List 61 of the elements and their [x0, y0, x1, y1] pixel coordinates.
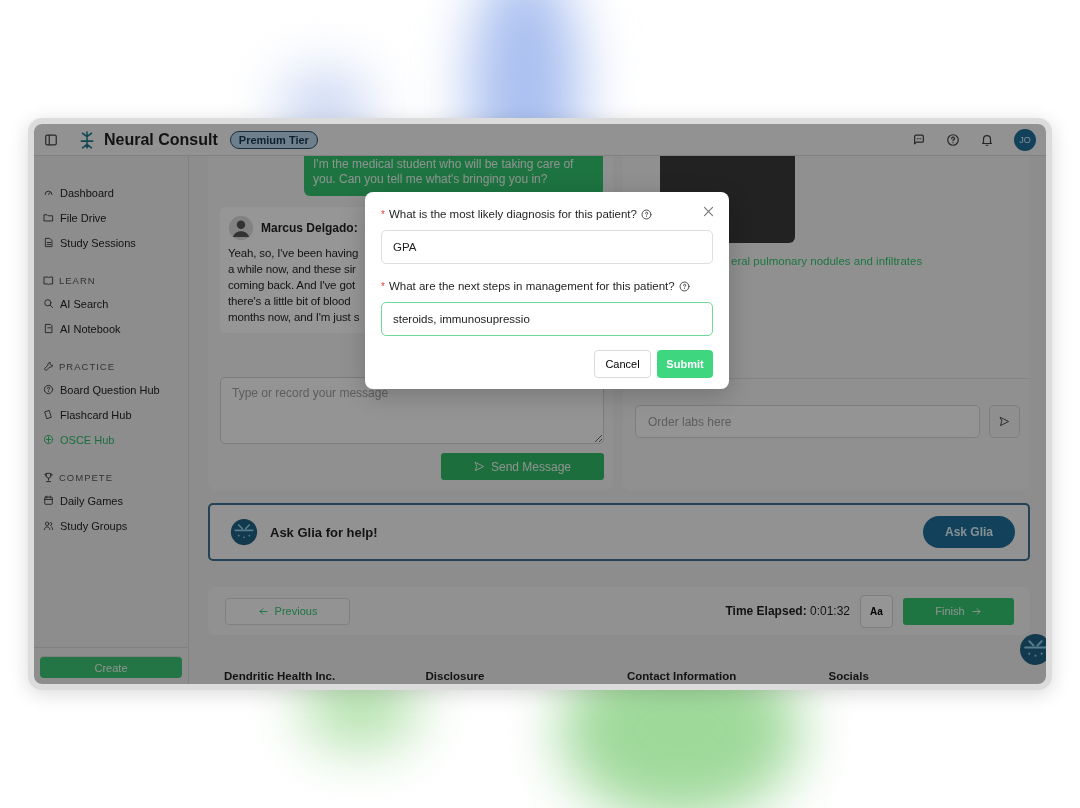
question-label: What are the next steps in management for this patient?: [388, 280, 675, 292]
person-silhouette-icon: [228, 215, 254, 241]
section-icon: [43, 274, 54, 286]
cancel-button[interactable]: Cancel: [594, 350, 651, 378]
sidebar-item[interactable]: AI Notebook: [34, 316, 188, 341]
sidebar-item[interactable]: AI Search: [34, 291, 188, 316]
nav-icon: [43, 298, 54, 309]
question-label: What is the most likely diagnosis for this patient?: [388, 208, 637, 220]
nav-icon: [43, 409, 54, 420]
font-size-button[interactable]: Aa: [860, 594, 893, 628]
nav-icon: [43, 520, 54, 531]
sidebar-item[interactable]: Study Sessions: [34, 230, 188, 255]
arrow-right-icon: [970, 605, 982, 617]
tree-logo-icon: [78, 130, 96, 149]
close-icon: [702, 205, 715, 218]
patient-message: Yeah, so, I've been having a while now, and these sir coming back. And I've got there's a little bit of blood months now, and I'm just s: [228, 246, 360, 325]
footer-heading: Dendritic Health Inc.: [224, 670, 337, 682]
tier-badge: Premium Tier: [229, 130, 318, 149]
section-icon: [43, 360, 54, 372]
patient-name: Marcus Delgado:: [261, 221, 358, 235]
nav-icon: [43, 212, 54, 223]
sidebar-item[interactable]: Study Groups: [34, 513, 188, 538]
student-message: I'm the medical student who will be taking care of you. Can you tell me what's bringing you in?: [304, 156, 603, 196]
nav-icon: [43, 495, 54, 506]
section-heading: LEARN: [59, 274, 96, 286]
user-avatar[interactable]: JO: [1014, 128, 1036, 151]
help-text: Ask Glia for help!: [270, 524, 379, 540]
sidebar-item[interactable]: Board Question Hub: [34, 377, 188, 402]
help-icon[interactable]: [640, 208, 652, 220]
footer-heading: Socials: [828, 670, 870, 682]
sidebar-item[interactable]: Flashcard Hub: [34, 402, 188, 427]
nav-icon: [43, 187, 54, 198]
close-button[interactable]: [702, 205, 715, 218]
required-mark: *: [381, 208, 385, 220]
nav-icon: [43, 323, 54, 334]
chat-icon[interactable]: [912, 132, 926, 147]
section-heading: COMPETE: [59, 471, 113, 483]
send-icon: [473, 461, 485, 472]
section-icon: [43, 471, 54, 483]
send-icon: [999, 416, 1010, 427]
time-elapsed: Time Elapsed: 0:01:32: [725, 604, 850, 618]
required-mark: *: [381, 280, 385, 292]
sidebar-item[interactable]: File Drive: [34, 205, 188, 230]
nav-icon: [43, 434, 54, 445]
nav-icon: [43, 237, 54, 248]
sidebar-toggle-icon[interactable]: [44, 132, 58, 147]
answer-field[interactable]: steroids, immunosupressio: [381, 302, 713, 336]
help-icon[interactable]: [946, 132, 960, 147]
answer-field[interactable]: GPA: [381, 230, 713, 264]
help-icon[interactable]: [678, 280, 690, 292]
sidebar-item[interactable]: Daily Games: [34, 488, 188, 513]
bell-icon[interactable]: [980, 132, 994, 147]
arrow-left-icon: [257, 605, 269, 617]
image-caption: eral pulmonary nodules and infiltrates: [731, 255, 923, 267]
ask-glia-button[interactable]: Ask Glia: [923, 516, 1015, 548]
section-heading: PRACTICE: [59, 360, 116, 372]
nav-icon: [43, 384, 54, 395]
sidebar-item[interactable]: Dashboard: [34, 180, 188, 205]
footer-heading: Contact Information: [627, 670, 738, 682]
footer-heading: Disclosure: [425, 670, 486, 682]
app-title: Neural Consult: [104, 130, 218, 149]
